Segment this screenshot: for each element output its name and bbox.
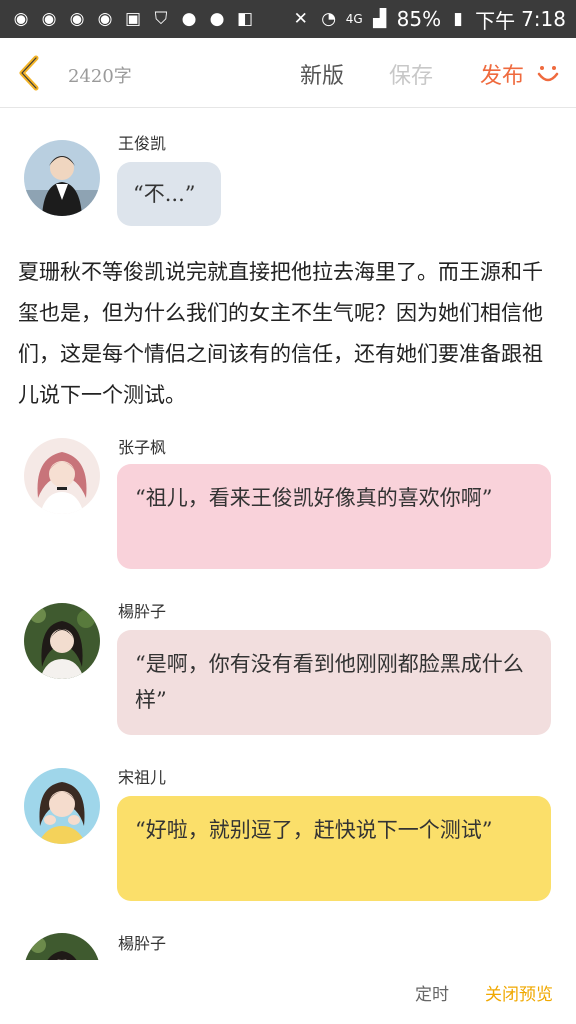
sender-name: 楊肸子 bbox=[118, 934, 167, 953]
message-bubble: “是啊，你有没有看到他刚刚都脸黑成什么样” bbox=[117, 630, 551, 735]
weibo-icon: ◉ bbox=[69, 9, 85, 29]
avatar[interactable] bbox=[24, 933, 100, 960]
battery-percent: 85% bbox=[396, 7, 442, 31]
sender-name: 王俊凯 bbox=[118, 134, 167, 153]
system-icons: ✕ ◔ 4G ▟ 85% ▮ 下午 7:18 bbox=[290, 5, 566, 34]
image-icon: ▣ bbox=[124, 9, 142, 29]
new-version-button[interactable]: 新版 bbox=[300, 58, 344, 90]
alarm-icon: ◔ bbox=[321, 9, 337, 29]
app-icon: ● bbox=[209, 9, 225, 29]
publish-button[interactable]: 发布 bbox=[480, 58, 524, 90]
network-type: 4G bbox=[345, 12, 363, 26]
weibo-icon: ◉ bbox=[97, 9, 113, 29]
editor-header: 2420字 新版 保存 发布 bbox=[0, 38, 576, 108]
app-icon: ● bbox=[181, 9, 197, 29]
bottom-bar: 定时 关闭预览 bbox=[0, 960, 576, 1024]
battery-icon: ▮ bbox=[453, 9, 463, 29]
mute-icon: ✕ bbox=[293, 9, 308, 29]
avatar[interactable] bbox=[24, 768, 100, 844]
sender-name: 张子枫 bbox=[118, 438, 167, 457]
status-bar: ◉ ◉ ◉ ◉ ▣ ⛉ ● ● ◧ ✕ ◔ 4G ▟ 85% ▮ 下午 7:18 bbox=[0, 0, 576, 38]
smile-icon[interactable] bbox=[535, 60, 561, 86]
message-bubble: “不...” bbox=[117, 162, 221, 226]
notification-icons: ◉ ◉ ◉ ◉ ▣ ⛉ ● ● ◧ bbox=[10, 8, 256, 30]
sender-name: 楊肸子 bbox=[118, 602, 167, 621]
time-prefix: 下午 bbox=[475, 8, 516, 33]
word-count: 2420字 bbox=[68, 66, 132, 87]
save-button[interactable]: 保存 bbox=[389, 58, 433, 90]
story-content[interactable]: 王俊凯 “不...” 夏珊秋不等俊凯说完就直接把他拉去海里了。而王源和千玺也是，… bbox=[0, 108, 576, 960]
message-bubble: “好啦，就别逗了，赶快说下一个测试” bbox=[117, 796, 551, 901]
sender-name: 宋祖儿 bbox=[118, 768, 167, 787]
close-preview-button[interactable]: 关闭预览 bbox=[485, 980, 553, 1005]
signal-icon: ▟ bbox=[373, 9, 387, 29]
narration-paragraph: 夏珊秋不等俊凯说完就直接把他拉去海里了。而王源和千玺也是，但为什么我们的女主不生… bbox=[18, 260, 543, 407]
weibo-icon: ◉ bbox=[13, 9, 29, 29]
avatar[interactable] bbox=[24, 438, 100, 514]
clock: 7:18 bbox=[521, 7, 566, 31]
avatar[interactable] bbox=[24, 140, 100, 216]
timer-button[interactable]: 定时 bbox=[415, 980, 449, 1005]
back-chevron-icon[interactable] bbox=[14, 54, 44, 92]
shopping-bag-icon: ◧ bbox=[236, 9, 254, 29]
weibo-icon: ◉ bbox=[41, 9, 57, 29]
message-bubble: “祖儿，看来王俊凯好像真的喜欢你啊” bbox=[117, 464, 551, 569]
shield-icon: ⛉ bbox=[154, 9, 168, 29]
avatar[interactable] bbox=[24, 603, 100, 679]
